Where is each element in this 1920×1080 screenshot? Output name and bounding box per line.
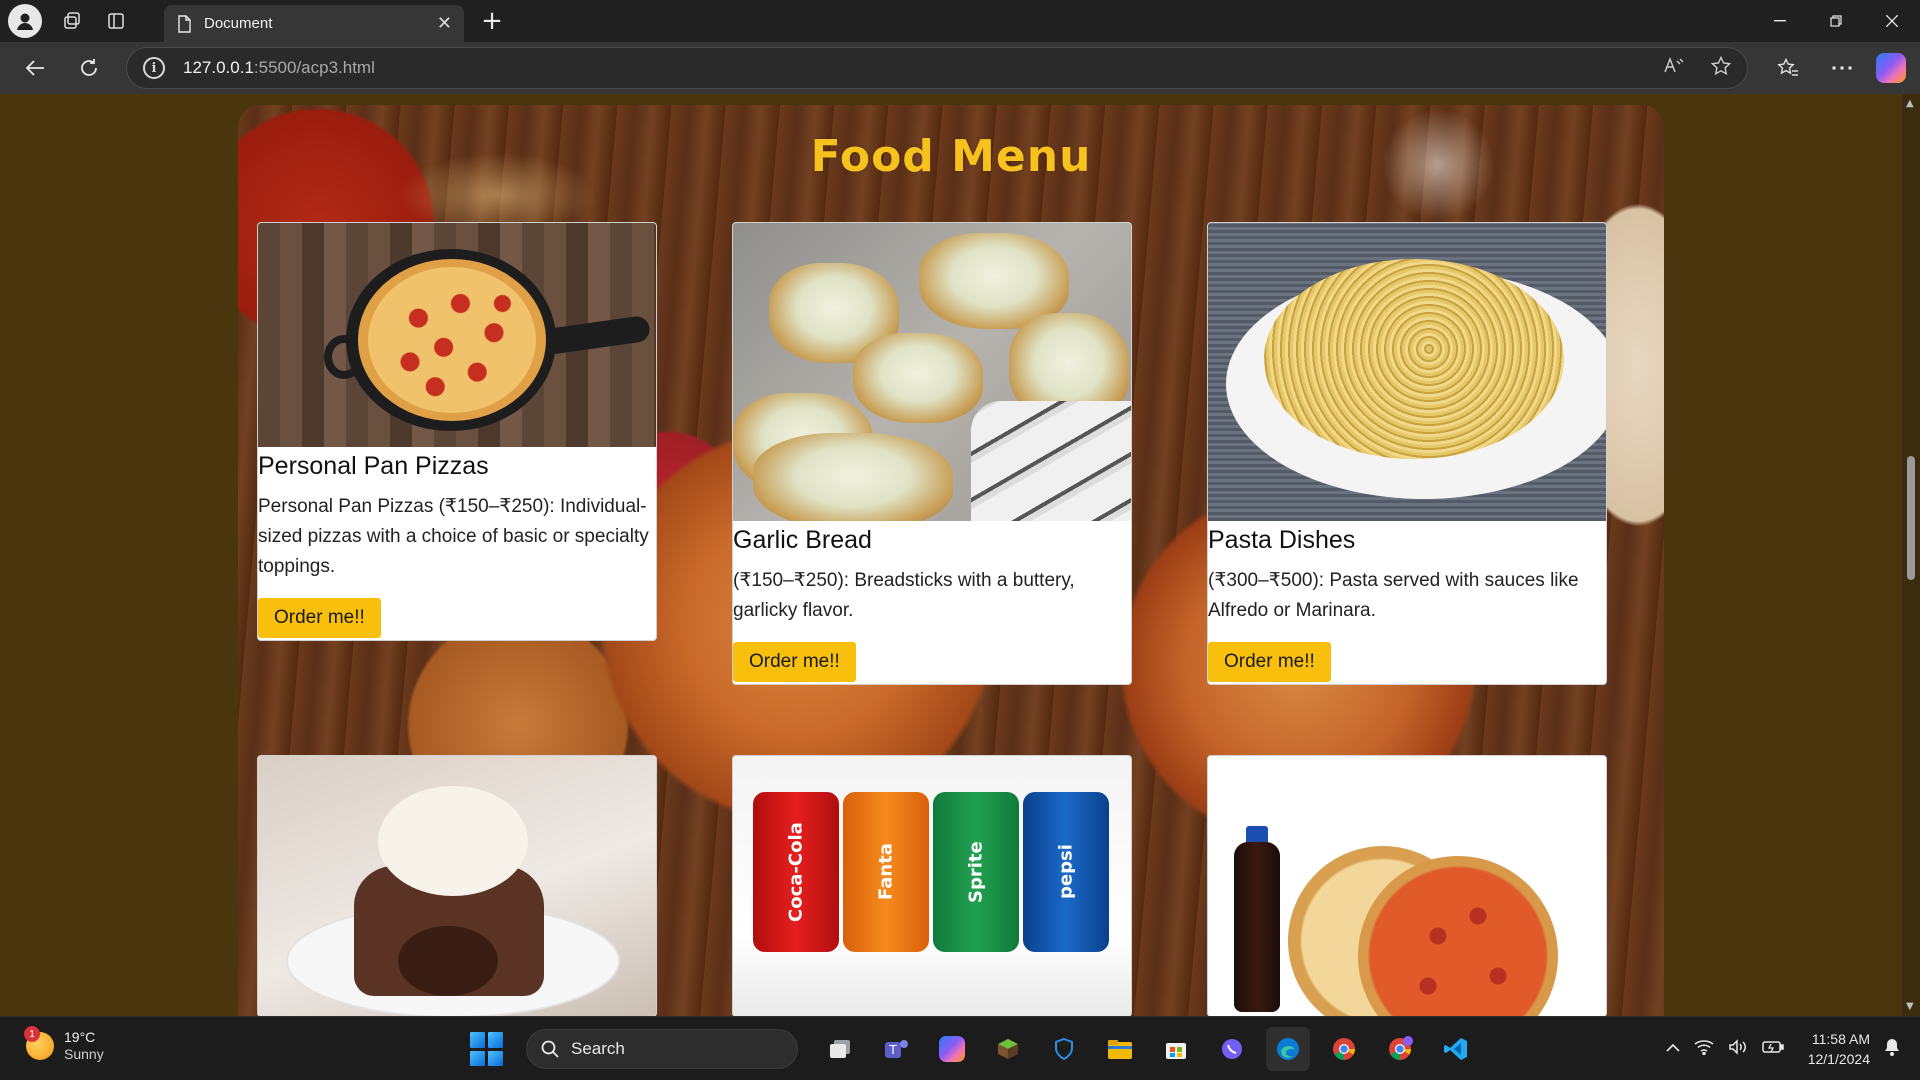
notification-bell-icon[interactable]: [1884, 1038, 1900, 1061]
ice-cream-scoop: [378, 786, 528, 896]
teams-icon[interactable]: T: [874, 1027, 918, 1071]
order-button-pasta-dishes[interactable]: Order me!!: [1208, 642, 1331, 682]
garlic-bread-slice: [853, 333, 983, 423]
scroll-down-arrow-icon[interactable]: ▼: [1906, 1001, 1914, 1012]
order-button-personal-pan-pizzas[interactable]: Order me!!: [258, 598, 381, 638]
search-label: Search: [571, 1039, 625, 1058]
tab-document[interactable]: Document ✕: [164, 5, 464, 42]
minecraft-icon[interactable]: [986, 1027, 1030, 1071]
url-path: :5500/acp3.html: [253, 58, 375, 77]
windows-taskbar: 1 19°C Sunny Search T 11:58 AM 12/1/2024: [0, 1016, 1920, 1080]
spaghetti: [1264, 259, 1564, 459]
garlic-bread-slice: [753, 433, 953, 521]
viber-icon[interactable]: [1210, 1027, 1254, 1071]
browser-toolbar: i 127.0.0.1:5500/acp3.html: [0, 42, 1920, 94]
app-shield-icon[interactable]: [1042, 1027, 1086, 1071]
page-viewport: Food Menu Personal Pan Pizzas Personal P…: [0, 94, 1920, 1016]
close-tab-icon[interactable]: ✕: [437, 13, 452, 34]
url-text[interactable]: 127.0.0.1:5500/acp3.html: [183, 58, 375, 78]
browser-titlebar: Document ✕ +: [0, 0, 1920, 42]
site-info-icon[interactable]: i: [143, 57, 165, 79]
card-title: Personal Pan Pizzas: [258, 452, 489, 480]
weather-widget[interactable]: 1 19°C Sunny: [24, 1026, 104, 1063]
notification-badge: 1: [24, 1026, 40, 1042]
scrollbar-thumb[interactable]: [1907, 456, 1915, 580]
edge-icon[interactable]: [1266, 1027, 1310, 1071]
minimize-button[interactable]: [1752, 0, 1808, 42]
chrome-profile-icon[interactable]: [1378, 1027, 1422, 1071]
svg-text:T: T: [888, 1043, 897, 1057]
url-host: 127.0.0.1: [183, 58, 254, 77]
clock-time: 11:58 AM: [1811, 1031, 1870, 1047]
card-title: Pasta Dishes: [1208, 526, 1356, 554]
close-window-button[interactable]: [1864, 0, 1920, 42]
sun-icon: 1: [24, 1026, 54, 1060]
new-tab-button[interactable]: +: [474, 3, 510, 39]
menu-card-garlic-bread: Garlic Bread (₹150–₹250): Breadsticks wi…: [732, 222, 1132, 685]
page-title: Food Menu: [810, 131, 1092, 182]
pepsi-can: pepsi: [1023, 792, 1109, 952]
more-options-icon[interactable]: [1822, 48, 1862, 88]
card-description: Personal Pan Pizzas (₹150–₹250): Individ…: [258, 496, 649, 577]
tab-title: Document: [204, 15, 273, 32]
pepperoni-topping: [368, 267, 536, 413]
order-button-garlic-bread[interactable]: Order me!!: [733, 642, 856, 682]
workspaces-icon[interactable]: [54, 3, 90, 39]
menu-card-personal-pan-pizzas: Personal Pan Pizzas Personal Pan Pizzas …: [257, 222, 657, 641]
menu-card-soft-drinks: Coca-Cola Fanta Sprite pepsi: [732, 755, 1132, 1016]
vertical-tabs-icon[interactable]: [98, 3, 134, 39]
document-icon: [178, 14, 191, 33]
menu-card-dessert: [257, 755, 657, 1016]
read-aloud-icon[interactable]: [1663, 56, 1685, 81]
chrome-icon[interactable]: [1322, 1027, 1366, 1071]
back-icon[interactable]: [12, 48, 58, 88]
favorites-icon[interactable]: [1768, 48, 1808, 88]
pepsi-bottle: [1234, 842, 1280, 1012]
system-clock[interactable]: 11:58 AM 12/1/2024: [1808, 1029, 1870, 1069]
copilot-icon[interactable]: [1876, 53, 1906, 83]
favorite-star-icon[interactable]: [1710, 55, 1732, 81]
volume-icon[interactable]: [1728, 1038, 1748, 1060]
menu-card-combo: [1207, 755, 1607, 1016]
garlic-bread-photo: [733, 223, 1131, 521]
battery-icon[interactable]: [1761, 1040, 1784, 1059]
coca-cola-can: Coca-Cola: [753, 792, 839, 952]
page-scrollbar[interactable]: ▲ ▼: [1902, 94, 1920, 1016]
clock-date: 12/1/2024: [1807, 1051, 1870, 1067]
card-title: Garlic Bread: [733, 526, 872, 554]
soft-drinks-photo: Coca-Cola Fanta Sprite pepsi: [733, 756, 1131, 1016]
windows-start-icon[interactable]: [470, 1032, 504, 1066]
chocolate-sauce: [398, 926, 498, 996]
refresh-icon[interactable]: [66, 48, 112, 88]
restore-button[interactable]: [1808, 0, 1864, 42]
vscode-icon[interactable]: [1434, 1027, 1478, 1071]
task-view-icon[interactable]: [818, 1027, 862, 1071]
pasta-photo: [1208, 223, 1606, 521]
scroll-up-arrow-icon[interactable]: ▲: [1906, 98, 1914, 109]
profile-avatar-icon[interactable]: [8, 4, 42, 38]
menu-card-pasta-dishes: Pasta Dishes (₹300–₹500): Pasta served w…: [1207, 222, 1607, 685]
kitchen-towel: [971, 401, 1131, 521]
menu-panel: Food Menu Personal Pan Pizzas Personal P…: [238, 105, 1664, 1016]
chocolate-lava-cake-photo: [258, 756, 656, 1016]
taskbar-search-box[interactable]: Search: [526, 1029, 798, 1069]
card-description: (₹300–₹500): Pasta served with sauces li…: [1208, 570, 1579, 621]
weather-condition: Sunny: [64, 1046, 104, 1062]
sprite-can: Sprite: [933, 792, 1019, 952]
address-bar[interactable]: i 127.0.0.1:5500/acp3.html: [126, 47, 1748, 89]
weather-temperature: 19°C: [64, 1029, 96, 1045]
file-explorer-icon[interactable]: [1098, 1027, 1142, 1071]
card-description: (₹150–₹250): Breadsticks with a buttery,…: [733, 570, 1075, 621]
copilot-app-icon[interactable]: [930, 1027, 974, 1071]
fanta-can: Fanta: [843, 792, 929, 952]
pan-pizza-photo: [258, 223, 656, 447]
show-hidden-icons-chevron-icon[interactable]: [1666, 1040, 1680, 1058]
wifi-icon[interactable]: [1694, 1039, 1714, 1060]
search-icon: [541, 1040, 559, 1058]
microsoft-store-icon[interactable]: [1154, 1027, 1198, 1071]
pizza-and-pepsi-combo-photo: [1208, 756, 1606, 1016]
